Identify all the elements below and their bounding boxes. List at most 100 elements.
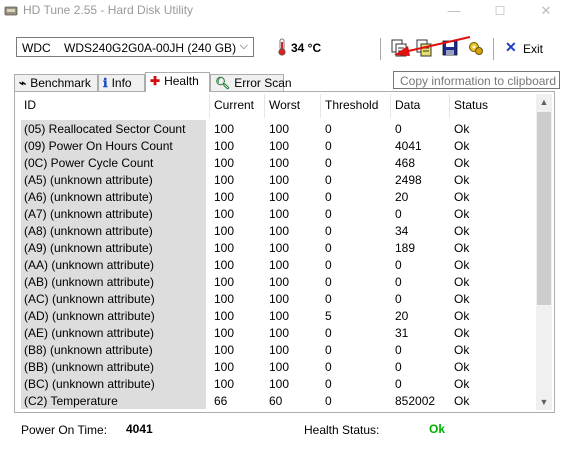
table-row[interactable]: (05) Reallocated Sector Count 100 100 0 0 Ok [18, 120, 536, 137]
cell-worst: 100 [269, 275, 290, 289]
window-title: HD Tune 2.55 - Hard Disk Utility [23, 3, 194, 17]
column-header-threshold[interactable]: Threshold [325, 98, 378, 112]
cell-current: 100 [214, 343, 235, 357]
table-row[interactable]: (A9) (unknown attribute) 100 100 0 189 Ok [18, 239, 536, 256]
scroll-down-arrow-icon[interactable]: ▼ [536, 394, 552, 410]
tooltip: Copy information to clipboard [393, 71, 560, 89]
column-header-data[interactable]: Data [395, 98, 420, 112]
vertical-scrollbar[interactable]: ▲ ▼ [536, 94, 552, 410]
cell-worst: 100 [269, 309, 290, 323]
table-row[interactable]: (BC) (unknown attribute) 100 100 0 0 Ok [18, 375, 536, 392]
cell-id: (A5) (unknown attribute) [24, 173, 153, 187]
cell-worst: 100 [269, 343, 290, 357]
exit-x-icon: ✕ [505, 39, 517, 55]
cell-threshold: 0 [325, 360, 332, 374]
header-separator [320, 94, 321, 118]
table-row[interactable]: (C2) Temperature 66 60 0 852002 Ok [18, 392, 536, 409]
tab-error-scan[interactable]: 🔍︎ Error Scan [210, 74, 292, 91]
cell-id: (AE) (unknown attribute) [24, 326, 155, 340]
column-header-worst[interactable]: Worst [269, 98, 300, 112]
minimize-button[interactable]: — [431, 0, 477, 22]
column-header-current[interactable]: Current [214, 98, 254, 112]
cell-status: Ok [454, 139, 470, 153]
table-row[interactable]: (AE) (unknown attribute) 100 100 0 31 Ok [18, 324, 536, 341]
benchmark-icon: ⌁ [19, 76, 27, 90]
cell-status: Ok [454, 122, 470, 136]
cell-status: Ok [454, 275, 470, 289]
toolbar: WDC WDS240G2G0A-00JH (240 GB) ⌵ 34 °C ✕ … [0, 22, 569, 72]
tab-label: Benchmark [30, 76, 91, 90]
cell-id: (BC) (unknown attribute) [24, 377, 155, 391]
scroll-up-arrow-icon[interactable]: ▲ [536, 94, 552, 110]
column-header-status[interactable]: Status [454, 98, 488, 112]
info-icon: ℹ [103, 76, 108, 90]
cell-current: 100 [214, 360, 235, 374]
table-row[interactable]: (09) Power On Hours Count 100 100 0 4041 Ok [18, 137, 536, 154]
drive-select-value: WDC WDS240G2G0A-00JH (240 GB) [22, 41, 237, 55]
table-row[interactable]: (AB) (unknown attribute) 100 100 0 0 Ok [18, 273, 536, 290]
table-row[interactable]: (AC) (unknown attribute) 100 100 0 0 Ok [18, 290, 536, 307]
table-row[interactable]: (A5) (unknown attribute) 100 100 0 2498 Ok [18, 171, 536, 188]
power-on-value: 4041 [126, 422, 153, 436]
table-row[interactable]: (AD) (unknown attribute) 100 100 5 20 Ok [18, 307, 536, 324]
drive-select[interactable]: WDC WDS240G2G0A-00JH (240 GB) ⌵ [16, 37, 254, 57]
cell-id: (AB) (unknown attribute) [24, 275, 155, 289]
cell-current: 100 [214, 122, 235, 136]
status-footer: Power On Time: 4041 Health Status: Ok [0, 413, 569, 458]
cell-status: Ok [454, 190, 470, 204]
cell-current: 100 [214, 207, 235, 221]
tab-benchmark[interactable]: ⌁ Benchmark [14, 74, 98, 91]
cell-data: 468 [395, 156, 416, 170]
cell-current: 100 [214, 173, 235, 187]
table-row[interactable]: (A8) (unknown attribute) 100 100 0 34 Ok [18, 222, 536, 239]
cell-current: 100 [214, 292, 235, 306]
cell-status: Ok [454, 343, 470, 357]
cell-data: 2498 [395, 173, 422, 187]
chevron-down-icon: ⌵ [239, 40, 248, 52]
cell-current: 100 [214, 224, 235, 238]
tab-health[interactable]: ✚ Health [145, 72, 210, 92]
cell-threshold: 0 [325, 241, 332, 255]
close-button[interactable]: ✕ [523, 0, 569, 22]
table-row[interactable]: (A6) (unknown attribute) 100 100 0 20 Ok [18, 188, 536, 205]
cell-status: Ok [454, 258, 470, 272]
cell-threshold: 0 [325, 190, 332, 204]
cell-id: (AD) (unknown attribute) [24, 309, 155, 323]
cell-id: (A7) (unknown attribute) [24, 207, 153, 221]
cell-worst: 100 [269, 173, 290, 187]
cell-worst: 100 [269, 139, 290, 153]
cell-threshold: 0 [325, 377, 332, 391]
cell-status: Ok [454, 326, 470, 340]
column-header-id[interactable]: ID [24, 98, 36, 112]
cell-current: 100 [214, 190, 235, 204]
table-row[interactable]: (0C) Power Cycle Count 100 100 0 468 Ok [18, 154, 536, 171]
cell-data: 0 [395, 343, 402, 357]
table-row[interactable]: (AA) (unknown attribute) 100 100 0 0 Ok [18, 256, 536, 273]
cell-current: 100 [214, 377, 235, 391]
cell-status: Ok [454, 309, 470, 323]
table-row[interactable]: (B8) (unknown attribute) 100 100 0 0 Ok [18, 341, 536, 358]
cell-worst: 100 [269, 122, 290, 136]
cell-current: 100 [214, 309, 235, 323]
cell-threshold: 0 [325, 173, 332, 187]
tab-label: Error Scan [234, 76, 292, 90]
cell-data: 20 [395, 309, 409, 323]
header-separator [264, 94, 265, 118]
maximize-button[interactable]: ☐ [477, 0, 523, 22]
tab-info[interactable]: ℹ Info [98, 74, 145, 91]
cell-id: (AA) (unknown attribute) [24, 258, 155, 272]
cell-worst: 100 [269, 258, 290, 272]
table-row[interactable]: (A7) (unknown attribute) 100 100 0 0 Ok [18, 205, 536, 222]
cell-worst: 60 [269, 394, 283, 408]
cell-id: (AC) (unknown attribute) [24, 292, 155, 306]
cell-threshold: 0 [325, 326, 332, 340]
cell-data: 0 [395, 360, 402, 374]
cell-threshold: 5 [325, 309, 332, 323]
smart-table: ID Current Worst Threshold Data Status (… [18, 94, 536, 410]
table-row[interactable]: (BB) (unknown attribute) 100 100 0 0 Ok [18, 358, 536, 375]
cell-id: (A6) (unknown attribute) [24, 190, 153, 204]
cell-data: 4041 [395, 139, 422, 153]
scrollbar-thumb[interactable] [537, 112, 551, 305]
cell-worst: 100 [269, 207, 290, 221]
cell-status: Ok [454, 173, 470, 187]
